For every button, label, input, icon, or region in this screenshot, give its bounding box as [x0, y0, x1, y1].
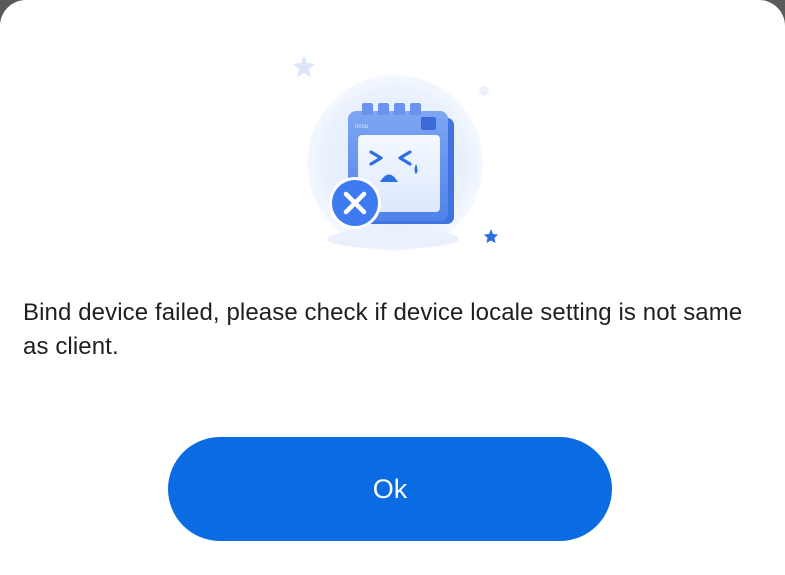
calendar-ring: [378, 103, 389, 115]
ok-button[interactable]: Ok: [168, 437, 612, 541]
calendar-ring: [362, 103, 373, 115]
calendar-ring: [410, 103, 421, 115]
calendar-corner-badge: [421, 117, 436, 130]
sparkle-dot-icon: [479, 86, 489, 96]
accent-star-icon: [484, 229, 498, 243]
sparkle-star-icon: [293, 55, 315, 77]
halo-floor: [327, 229, 459, 249]
calendar-brand-text: Imou: [355, 124, 368, 130]
error-dialog: Imou Bind device failed, please check if…: [0, 0, 785, 575]
error-message: Bind device failed, please check if devi…: [23, 299, 743, 360]
calendar-ring: [394, 103, 405, 115]
device-bind-failed-illustration: Imou: [293, 55, 498, 251]
